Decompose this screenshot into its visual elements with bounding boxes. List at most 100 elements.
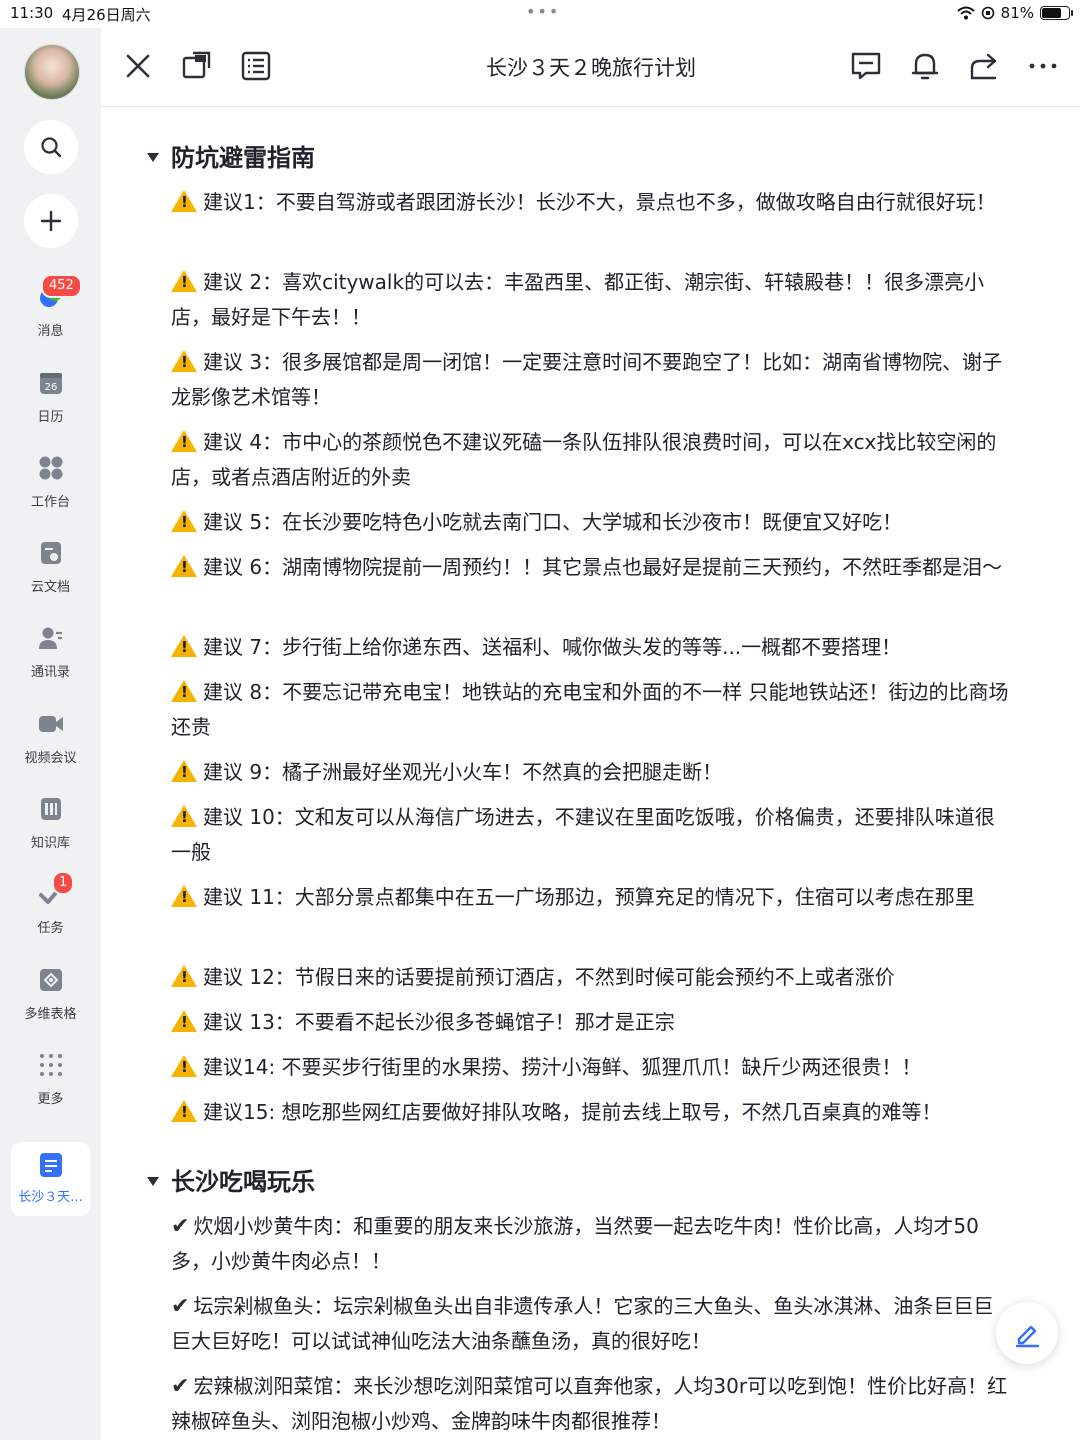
- base-icon: [40, 969, 62, 991]
- contacts-icon: [39, 627, 62, 649]
- sidebar-item-base[interactable]: 多维表格: [0, 967, 101, 1047]
- recommendation-text: 坛宗剁椒鱼头：坛宗剁椒鱼头出自非遗传承人！它家的三大鱼头、鱼头冰淇淋、油条巨巨巨…: [171, 1294, 994, 1353]
- search-button[interactable]: [24, 120, 78, 174]
- edit-button[interactable]: [996, 1302, 1058, 1364]
- sidebar-item-cloud-docs[interactable]: 云文档: [0, 540, 101, 620]
- warning-icon: [171, 760, 197, 782]
- sidebar-item-video-meeting[interactable]: 视频会议: [0, 711, 101, 791]
- sidebar-item-more[interactable]: 更多: [0, 1052, 101, 1132]
- tasks-badge: 1: [52, 871, 75, 895]
- tip-paragraph[interactable]: 建议 9：橘子洲最好坐观光小火车！不然真的会把腿走断！: [171, 755, 1013, 790]
- tip-paragraph[interactable]: 建议15: 想吃那些网红店要做好排队攻略，提前去线上取号，不然几百桌真的难等！: [171, 1095, 1013, 1130]
- more-icon[interactable]: [1026, 49, 1060, 83]
- tip-text: 建议15: 想吃那些网红店要做好排队攻略，提前去线上取号，不然几百桌真的难等！: [203, 1100, 942, 1124]
- warning-icon: [171, 555, 197, 577]
- sidebar-item-workspace[interactable]: 工作台: [0, 455, 101, 535]
- battery-level-fill: [1042, 8, 1061, 18]
- tip-text: 建议14: 不要买步行街里的水果捞、捞汁小海鲜、狐狸爪爪！缺斤少两还很贵！！: [203, 1055, 922, 1079]
- recommendation-paragraph[interactable]: ✔ 炊烟小炒黄牛肉：和重要的朋友来长沙旅游，当然要一起去吃牛肉！性价比高，人均才5…: [171, 1209, 1013, 1279]
- status-time: 11:30: [10, 4, 54, 22]
- tip-paragraph[interactable]: 建议 3：很多展馆都是周一闭馆！一定要注意时间不要跑空了！比如：湖南省博物院、谢…: [171, 345, 1013, 415]
- check-icon: ✔: [171, 1374, 190, 1399]
- sidebar-item-contacts[interactable]: 通讯录: [0, 625, 101, 705]
- calendar-icon: 26: [40, 373, 62, 394]
- tip-paragraph[interactable]: 建议 8：不要忘记带充电宝！地铁站的充电宝和外面的不一样 只能地铁站还！街边的比…: [171, 675, 1013, 745]
- sidebar-item-label: 更多: [37, 1092, 64, 1107]
- tip-text: 建议 13：不要看不起长沙很多苍蝇馆子！那才是正宗: [203, 1010, 675, 1034]
- warning-icon: [171, 805, 197, 827]
- tip-paragraph[interactable]: 建议 2：喜欢citywalk的可以去：丰盈西里、都正街、潮宗街、轩辕殿巷！！很…: [171, 265, 1013, 335]
- sidebar-item-calendar[interactable]: 26 日历: [0, 370, 101, 450]
- section-heading[interactable]: 长沙吃喝玩乐: [147, 1162, 315, 1197]
- tip-paragraph[interactable]: 建议1：不要自驾游或者跟团游长沙！长沙不大，景点也不多，做做攻略自由行就很好玩！: [171, 185, 1013, 220]
- outline-icon[interactable]: [239, 49, 273, 83]
- tip-text: 建议 10：文和友可以从海信广场进去，不建议在里面吃饭哦，价格偏贵，还要排队味道…: [171, 805, 995, 864]
- battery-icon: [1040, 6, 1073, 20]
- check-icon: ✔: [171, 1294, 190, 1319]
- tip-paragraph[interactable]: 建议 10：文和友可以从海信广场进去，不建议在里面吃饭哦，价格偏贵，还要排队味道…: [171, 800, 1013, 870]
- warning-icon: [171, 1100, 197, 1122]
- section-heading-text: 长沙吃喝玩乐: [171, 1168, 315, 1196]
- add-button[interactable]: [24, 194, 78, 248]
- tip-paragraph[interactable]: 建议 5：在长沙要吃特色小吃就去南门口、大学城和长沙夜市！既便宜又好吃！: [171, 505, 1013, 540]
- recommendation-paragraph[interactable]: ✔ 宏辣椒浏阳菜馆：来长沙想吃浏阳菜馆可以直奔他家，人均30r可以吃到饱！性价比好…: [171, 1369, 1013, 1439]
- search-icon: [41, 137, 62, 158]
- collapse-triangle-icon[interactable]: [147, 152, 159, 162]
- recommendation-text: 炊烟小炒黄牛肉：和重要的朋友来长沙旅游，当然要一起去吃牛肉！性价比高，人均才50…: [171, 1214, 979, 1273]
- tip-paragraph[interactable]: 建议 6：湖南博物院提前一周预约！！其它景点也最好是提前三天预约，不然旺季都是泪…: [171, 550, 1013, 585]
- status-indicators: 81%: [956, 4, 1073, 22]
- multitask-dots-icon[interactable]: •••: [526, 2, 560, 21]
- tip-paragraph[interactable]: 建议 12：节假日来的话要提前预订酒店，不然到时候可能会预约不上或者涨价: [171, 960, 1013, 995]
- sidebar-item-label: 通讯录: [30, 665, 70, 680]
- document-body: 防坑避雷指南 建议1：不要自驾游或者跟团游长沙！长沙不大，景点也不多，做做攻略自…: [101, 107, 1080, 1440]
- comment-icon[interactable]: [849, 49, 883, 83]
- sidebar-item-label: 视频会议: [24, 751, 77, 766]
- battery-percent: 81%: [1000, 4, 1034, 22]
- sidebar-item-messages[interactable]: 452 消息: [0, 274, 101, 364]
- sidebar-item-label: 知识库: [30, 836, 70, 851]
- status-date: 4月26日周六: [62, 6, 151, 24]
- warning-icon: [171, 1055, 197, 1077]
- warning-icon: [171, 190, 197, 212]
- sidebar-item-tasks[interactable]: 1 任务: [0, 871, 101, 961]
- more-grid-icon: [40, 1054, 62, 1076]
- video-icon: [39, 716, 63, 732]
- avatar[interactable]: [24, 44, 80, 100]
- sidebar-item-wiki[interactable]: 知识库: [0, 796, 101, 876]
- tip-text: 建议 9：橘子洲最好坐观光小火车！不然真的会把腿走断！: [203, 760, 723, 784]
- sidebar-item-label: 消息: [37, 324, 64, 339]
- sidebar-active-document[interactable]: 长沙３天...: [11, 1142, 90, 1216]
- pencil-icon: [1015, 1325, 1040, 1348]
- bell-icon[interactable]: [908, 49, 942, 83]
- sidebar-item-label: 任务: [37, 921, 64, 936]
- warning-icon: [171, 1010, 197, 1032]
- tip-paragraph[interactable]: 建议 11：大部分景点都集中在五一广场那边，预算充足的情况下，住宿可以考虑在那里: [171, 880, 1013, 915]
- workspace-icon: [39, 456, 63, 480]
- document-header: 长沙３天２晚旅行计划: [101, 28, 1080, 107]
- tip-text: 建议 11：大部分景点都集中在五一广场那边，预算充足的情况下，住宿可以考虑在那里: [203, 885, 975, 909]
- new-window-icon[interactable]: [180, 49, 214, 83]
- tip-text: 建议 7：步行街上给你递东西、送福利、喊你做头发的等等...一概都不要搭理！: [203, 635, 902, 659]
- status-bar: 11:30 4月26日周六 ••• 81%: [0, 0, 1080, 28]
- tip-text: 建议 3：很多展馆都是周一闭馆！一定要注意时间不要跑空了！比如：湖南省博物院、谢…: [171, 350, 1003, 409]
- collapse-triangle-icon[interactable]: [147, 1176, 159, 1186]
- sidebar-item-label: 工作台: [30, 495, 70, 510]
- tip-text: 建议1：不要自驾游或者跟团游长沙！长沙不大，景点也不多，做做攻略自由行就很好玩！: [203, 190, 996, 214]
- tip-paragraph[interactable]: 建议 7：步行街上给你递东西、送福利、喊你做头发的等等...一概都不要搭理！: [171, 630, 1013, 665]
- section-heading-text: 防坑避雷指南: [171, 144, 315, 172]
- warning-icon: [171, 270, 197, 292]
- share-icon[interactable]: [967, 49, 1001, 83]
- recommendation-paragraph[interactable]: ✔ 坛宗剁椒鱼头：坛宗剁椒鱼头出自非遗传承人！它家的三大鱼头、鱼头冰淇淋、油条巨巨…: [171, 1289, 1013, 1359]
- tip-paragraph[interactable]: 建议14: 不要买步行街里的水果捞、捞汁小海鲜、狐狸爪爪！缺斤少两还很贵！！: [171, 1050, 1013, 1085]
- warning-icon: [171, 635, 197, 657]
- tip-paragraph[interactable]: 建议 13：不要看不起长沙很多苍蝇馆子！那才是正宗: [171, 1005, 1013, 1040]
- plus-icon: [40, 210, 62, 232]
- close-icon[interactable]: [121, 49, 155, 83]
- section-heading[interactable]: 防坑避雷指南: [147, 138, 315, 173]
- document-title: 长沙３天２晚旅行计划: [486, 56, 696, 80]
- tip-paragraph[interactable]: 建议 4：市中心的茶颜悦色不建议死磕一条队伍排队很浪费时间，可以在xcx找比较空…: [171, 425, 1013, 495]
- warning-icon: [171, 430, 197, 452]
- tip-text: 建议 8：不要忘记带充电宝！地铁站的充电宝和外面的不一样 只能地铁站还！街边的比…: [171, 680, 1009, 739]
- tip-text: 建议 5：在长沙要吃特色小吃就去南门口、大学城和长沙夜市！既便宜又好吃！: [203, 510, 903, 534]
- tip-text: 建议 4：市中心的茶颜悦色不建议死磕一条队伍排队很浪费时间，可以在xcx找比较空…: [171, 430, 997, 489]
